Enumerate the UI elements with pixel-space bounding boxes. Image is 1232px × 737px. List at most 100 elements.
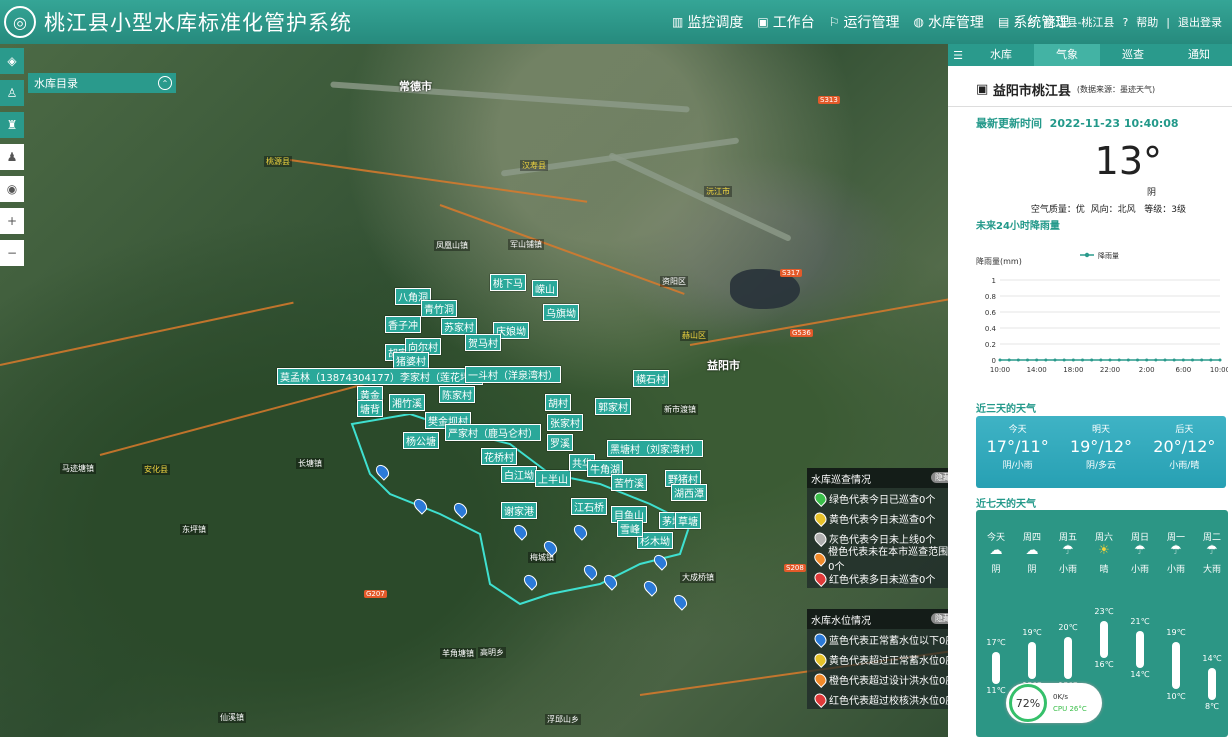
reservoir-label[interactable]: 谢家港 <box>501 502 537 519</box>
reservoir-marker-icon[interactable] <box>521 572 540 591</box>
weather-desc: 小雨/晴 <box>1169 461 1200 471</box>
level-legend: 水库水位情况 隐藏 蓝色代表正常蓄水位以下0座 黄色代表超过正常蓄水位0座 橙色代表超… <box>807 609 961 709</box>
help-link[interactable]: 帮助 <box>1136 14 1158 30</box>
marker-icon <box>812 630 829 648</box>
marker-icon <box>811 549 829 567</box>
temp-bar <box>1172 641 1180 690</box>
tab-patrol[interactable]: 巡查 <box>1100 44 1166 66</box>
rain-icon: ☂ <box>1062 543 1074 558</box>
reservoir-label[interactable]: 乌旗坳 <box>543 304 579 321</box>
cloud-icon: ☁ <box>989 543 1003 558</box>
reservoir-marker-icon[interactable] <box>581 562 600 581</box>
reservoir-catalog[interactable]: 水库目录 ⌃ <box>28 73 176 93</box>
reservoir-label[interactable]: 白江坳 <box>501 466 537 483</box>
reservoir-label[interactable]: 香子冲 <box>385 316 421 333</box>
reservoir-label[interactable]: 胡村 <box>545 394 571 411</box>
low-temp: 14℃ <box>1130 670 1150 680</box>
rain-point <box>1200 358 1204 362</box>
road-shield: G536 <box>790 329 813 337</box>
legend-text: 红色代表超过校核洪水位0座 <box>829 695 956 707</box>
rain-point <box>1218 358 1222 362</box>
reservoir-label[interactable]: 江石桥 <box>571 498 607 515</box>
x-tick-label: 22:00 <box>1100 366 1120 374</box>
temp-bar <box>1136 631 1144 669</box>
low-temp: 10℃ <box>1166 691 1186 701</box>
weather-desc: 大雨 <box>1202 565 1221 575</box>
reservoir-marker-icon[interactable] <box>511 522 530 541</box>
tab-reservoir[interactable]: 水库 <box>968 44 1034 66</box>
rain-point <box>1099 358 1103 362</box>
legend-marker <box>1084 252 1090 258</box>
y-tick-label: 0.2 <box>985 341 996 349</box>
main-nav: ▥ 监控调度 ▣ 工作台 ⚐ 运行管理 ◍ 水库管理 ▤ 系统管理 <box>672 0 1083 44</box>
reservoir-marker-icon[interactable] <box>651 552 670 571</box>
road-shield: S317 <box>780 269 802 277</box>
reservoir-label[interactable]: 郭家村 <box>595 398 631 415</box>
reservoir-label[interactable]: 贺马村 <box>465 334 501 351</box>
three-day-col: 后天 20°/12° 小雨/晴 <box>1143 416 1226 488</box>
day-label: 周一 <box>1166 533 1185 543</box>
tab-notice[interactable]: 通知 <box>1166 44 1232 66</box>
zoom-in-icon[interactable]: + <box>0 208 24 234</box>
tab-weather[interactable]: 气象 <box>1034 44 1100 66</box>
legend-text: 黄色代表今日未巡查0个 <box>829 514 936 526</box>
chevron-up-icon[interactable]: ⌃ <box>158 76 172 90</box>
group-icon[interactable]: ♟ <box>0 144 24 170</box>
rain-point <box>1007 358 1011 362</box>
reservoir-marker-icon[interactable] <box>541 538 560 557</box>
reservoir-label[interactable]: 莫孟林（13874304177）李家村（莲花坪） <box>277 368 483 385</box>
reservoir-label[interactable]: 花桥村 <box>481 448 517 465</box>
nav-operation[interactable]: ⚐ 运行管理 <box>829 12 900 32</box>
reservoir-icon: ◍ <box>913 15 924 29</box>
nav-reservoir[interactable]: ◍ 水库管理 <box>913 12 983 32</box>
reservoir-marker-icon[interactable] <box>571 522 590 541</box>
reservoir-label[interactable]: 罗溪 <box>547 434 573 451</box>
patrol-icon[interactable]: ♜ <box>0 112 24 138</box>
reservoir-label[interactable]: 猪婆村 <box>393 352 429 369</box>
y-tick-label: 0.4 <box>985 325 997 333</box>
reservoir-label[interactable]: 雪峰 <box>617 520 643 537</box>
x-tick-label: 2:00 <box>1139 366 1155 374</box>
day-label: 周二 <box>1202 533 1221 543</box>
reservoir-label[interactable]: 横石村 <box>633 370 669 387</box>
day-label: 周五 <box>1058 533 1077 543</box>
reservoir-label[interactable]: 塘背 <box>357 400 383 417</box>
reservoir-label[interactable]: 苦竹溪 <box>611 474 647 491</box>
reservoir-label[interactable]: 嵘山 <box>532 280 558 297</box>
reservoir-label[interactable]: 严家村（鹿马仑村） <box>445 424 541 441</box>
reservoir-label[interactable]: 黑塘村（刘家湾村） <box>607 440 703 457</box>
reservoir-label[interactable]: 桃下马 <box>490 274 526 291</box>
reservoir-marker-icon[interactable] <box>641 578 660 597</box>
reservoir-label[interactable]: 上半山 <box>535 470 571 487</box>
temp-bar <box>1028 641 1036 679</box>
place-label: 军山铺镇 <box>508 239 544 250</box>
high-temp: 23℃ <box>1094 606 1114 616</box>
reservoir-label[interactable]: 青竹洞 <box>421 300 457 317</box>
reservoir-marker-icon[interactable] <box>451 500 470 519</box>
zoom-out-icon[interactable]: − <box>0 240 24 266</box>
reservoir-label[interactable]: 一斗村（洋泉湾村） <box>465 366 561 383</box>
menu-icon[interactable]: ☰ <box>948 49 968 62</box>
logout-link[interactable]: 退出登录 <box>1178 14 1222 30</box>
nav-workbench[interactable]: ▣ 工作台 <box>757 12 814 32</box>
nav-monitor[interactable]: ▥ 监控调度 <box>672 12 743 32</box>
reservoir-marker-icon[interactable] <box>411 496 430 515</box>
net-speed: 0K/s <box>1053 693 1069 701</box>
reservoir-marker-icon[interactable] <box>601 572 620 591</box>
reservoir-label[interactable]: 苏家村 <box>441 318 477 335</box>
layer-icon[interactable]: ◈ <box>0 48 24 74</box>
cpu-widget[interactable]: 72% 0K/s CPU 26°C <box>1006 683 1102 723</box>
reservoir-label[interactable]: 陈家村 <box>439 386 475 403</box>
temp-range: 20°/12° <box>1153 437 1216 456</box>
reservoir-label[interactable]: 湘竹溪 <box>389 394 425 411</box>
locate-icon[interactable]: ◉ <box>0 176 24 202</box>
person-icon[interactable]: ♙ <box>0 80 24 106</box>
reservoir-label[interactable]: 张家村 <box>547 414 583 431</box>
marker-icon <box>812 569 829 587</box>
place-label: 浮邱山乡 <box>545 714 581 725</box>
reservoir-label[interactable]: 草塘 <box>675 512 701 529</box>
reservoir-label[interactable]: 湖西潭 <box>671 484 707 501</box>
reservoir-label[interactable]: 杨公塘 <box>403 432 439 449</box>
user-name[interactable]: 桃江县-桃江县 <box>1044 14 1114 30</box>
rain-point <box>1071 358 1075 362</box>
